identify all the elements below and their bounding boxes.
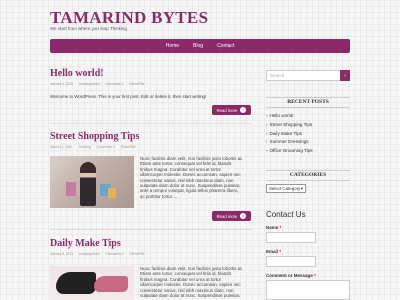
chevron-right-icon: › [266, 148, 268, 154]
site-tagline: We start from where you stop Thinking [50, 26, 127, 31]
post-excerpt: Nunc facilisis diam velit, non facilisis… [140, 266, 255, 298]
chevron-right-icon: › [266, 139, 268, 145]
recent-post-label: Daily Make Tips [269, 130, 302, 136]
nav-blog[interactable]: Blog [193, 43, 203, 49]
email-label: Email * [266, 249, 281, 254]
comment-label-text: Comment or Message [266, 273, 313, 278]
post-author[interactable]: RimusPille [121, 145, 136, 149]
main-nav: Home Blog Contact [50, 39, 350, 53]
arrow-right-icon: › [240, 107, 247, 113]
shoe-shape [94, 276, 128, 292]
post-category[interactable]: Trending [78, 145, 90, 149]
excerpt-line: ullamcorper molestie. Donec accumsan, sa… [140, 282, 241, 288]
chevron-right-icon: › [266, 113, 268, 118]
post-category[interactable]: Uncategorized [79, 252, 100, 256]
recent-post-item[interactable]: › Summer Dressings [266, 138, 313, 147]
recent-post-label: Summer Dressings [269, 139, 309, 145]
post-comments[interactable]: Comments 1 [105, 82, 123, 86]
post-comments[interactable]: Comments 0 [97, 145, 115, 149]
shopping-bag-shape [66, 182, 76, 196]
post-excerpt: Nunc facilisis diam velit, non facilisis… [140, 156, 255, 199]
arrow-right-icon: › [240, 213, 247, 219]
post-meta: January 6, 2020 Uncategorized Comments 1… [50, 82, 145, 86]
post-meta: January 8, 2020 Uncategorized Comments 0… [50, 252, 145, 256]
name-label-text: Name [266, 225, 279, 230]
nav-home[interactable]: Home [166, 43, 179, 49]
post-divider [50, 123, 251, 124]
read-more-button[interactable]: Read more › [212, 105, 251, 115]
search-button[interactable]: › [340, 70, 350, 81]
post-date[interactable]: January 8, 2020 [50, 252, 73, 256]
post-date[interactable]: January 6, 2020 [50, 82, 73, 86]
post-title[interactable]: Daily Make Tips [50, 238, 121, 249]
site-title[interactable]: TAMARIND BYTES [50, 8, 208, 28]
recent-posts-list: › Hello world! › Street Shopping Tips › Dai… [266, 112, 313, 156]
widget-divider [266, 180, 350, 181]
search-input[interactable]: Search [266, 70, 341, 81]
shoe-shape [56, 272, 96, 294]
required-marker: * [279, 249, 282, 254]
post-category[interactable]: Uncategorized [79, 82, 100, 86]
read-more-label: Read more [216, 213, 238, 219]
search-icon: › [344, 72, 346, 79]
post-author[interactable]: RimusPille [130, 252, 145, 256]
category-select[interactable]: Select Category ▾ [266, 184, 306, 193]
recent-post-item[interactable]: › Daily Make Tips [266, 130, 313, 139]
read-more-button[interactable]: Read more › [212, 211, 251, 221]
post-title[interactable]: Street Shopping Tips [50, 131, 139, 142]
recent-post-item[interactable]: › Office Grooming Tips [266, 147, 313, 156]
post-date[interactable]: March 12, 2020 [50, 145, 72, 149]
post-author[interactable]: RimusPille [130, 82, 145, 86]
categories-title: CATEGORIES [289, 172, 327, 178]
post-comments[interactable]: Comments 0 [105, 252, 123, 256]
recent-post-item[interactable]: › Street Shopping Tips [266, 121, 313, 130]
recent-posts-title: RECENT POSTS [287, 99, 329, 105]
excerpt-line: ac porttitor tortor ... [140, 193, 178, 199]
chevron-right-icon: › [266, 130, 268, 136]
post-meta: March 12, 2020 Trending Comments 0 Rimus… [50, 145, 136, 149]
chevron-down-icon: ▾ [300, 185, 303, 191]
contact-title: Contact Us [266, 210, 306, 219]
email-field[interactable] [266, 256, 316, 267]
required-marker: * [279, 225, 282, 230]
required-marker: * [314, 273, 316, 278]
read-more-label: Read more [216, 107, 238, 113]
post-divider [50, 229, 251, 230]
post-title[interactable]: Hello world! [50, 68, 104, 79]
name-field[interactable] [266, 232, 316, 243]
post-excerpt: Welcome to WordPress. This is your first… [50, 94, 207, 99]
shopping-bag-shape [108, 188, 116, 198]
post-thumbnail-shopping[interactable] [50, 156, 134, 208]
email-label-text: Email [266, 249, 279, 254]
post-thumbnail-makeup[interactable] [50, 266, 134, 300]
widget-divider [266, 107, 350, 108]
recent-post-item[interactable]: › Hello world! [266, 112, 313, 121]
name-label: Name * [266, 225, 281, 230]
woman-shape [80, 162, 96, 206]
comment-label: Comment or Message * [266, 273, 316, 278]
comment-field[interactable] [266, 280, 350, 300]
recent-post-label: Hello world! [269, 113, 294, 118]
chevron-right-icon: › [266, 121, 268, 127]
recent-post-label: Office Grooming Tips [269, 148, 313, 154]
recent-post-label: Street Shopping Tips [269, 121, 313, 127]
widget-divider [266, 97, 350, 98]
category-select-value: Select Category [269, 186, 301, 191]
widget-divider [266, 170, 350, 171]
excerpt-line: vulputate diam dolor at nunc. Suspendiss… [140, 293, 241, 299]
nav-contact[interactable]: Contact [217, 43, 234, 49]
excerpt-line: ullamcorper molestie. Donec accumsan, sa… [140, 172, 241, 178]
